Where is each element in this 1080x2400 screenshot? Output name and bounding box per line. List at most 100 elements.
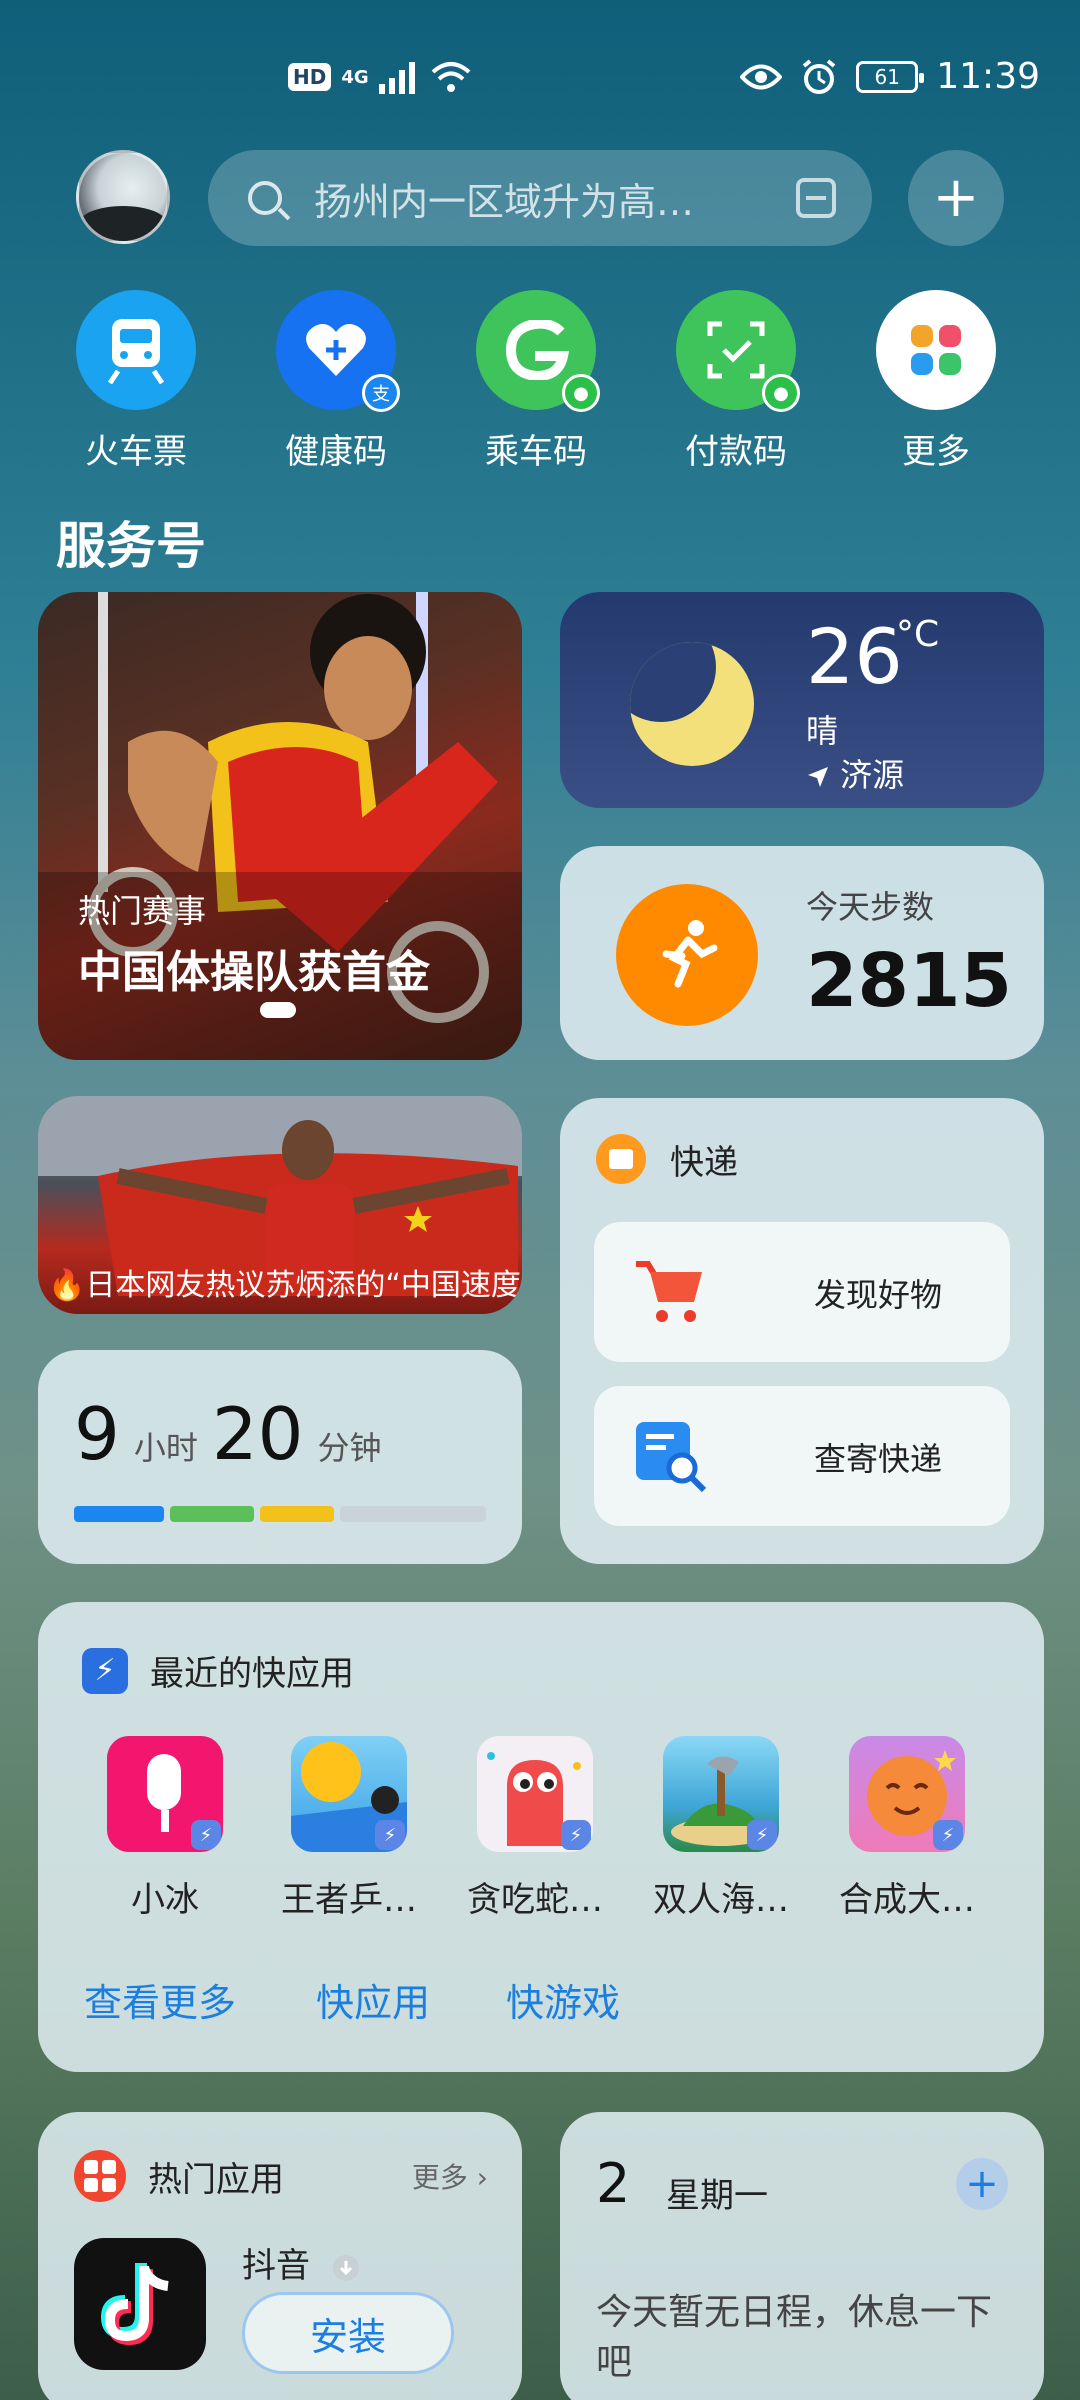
heart-plus-icon: 支	[276, 290, 400, 412]
shortcut-pay-code[interactable]: ● 付款码	[656, 290, 816, 473]
app-name-text: 抖音	[242, 2246, 310, 2286]
sleep-minutes: 20	[211, 1392, 304, 1476]
eye-icon	[740, 64, 783, 89]
train-icon	[76, 290, 196, 410]
battery-level: 61	[874, 64, 900, 89]
sleep-duration: 9 小时 20 分钟	[74, 1392, 381, 1476]
sleep-stage-segment	[170, 1506, 254, 1522]
wechat-badge-icon: ●	[562, 374, 600, 412]
steps-card[interactable]: 今天步数 2815	[560, 846, 1044, 1060]
discover-goods-button[interactable]: 发现好物	[594, 1222, 1010, 1362]
quick-app-name: 小冰	[131, 1880, 199, 1920]
avatar[interactable]	[76, 150, 170, 244]
quick-app-badge-icon: ⚡	[191, 1820, 221, 1850]
recent-quick-apps-card: ⚡ 最近的快应用 ⚡ 小冰 ⚡ 王者乒… ⚡ 贪吃蛇… ⚡ 双人海… ⚡ 合成大…	[38, 1602, 1044, 2072]
alarm-icon	[802, 58, 836, 94]
quick-app-item[interactable]: ⚡ 双人海…	[636, 1736, 806, 1921]
quick-apps-header: ⚡ 最近的快应用	[82, 1646, 354, 1695]
express-header: 快递	[596, 1134, 738, 1184]
quick-app-badge-icon: ⚡	[561, 1820, 591, 1850]
sleep-stage-bar	[74, 1506, 486, 1522]
search-bar[interactable]: 扬州内一区域升为高…	[208, 150, 872, 246]
track-parcel-button[interactable]: 查寄快递	[594, 1386, 1010, 1526]
steps-count: 2815	[806, 938, 1012, 1024]
steps-label: 今天步数	[806, 888, 935, 926]
add-event-button[interactable]: +	[956, 2158, 1008, 2210]
quick-app-item[interactable]: ⚡ 王者乒…	[264, 1736, 434, 1921]
sleep-stage-segment	[260, 1506, 334, 1522]
moon-icon	[630, 642, 754, 766]
popsicle-icon: ⚡	[107, 1736, 223, 1852]
track-parcel-label: 查寄快递	[814, 1440, 943, 1478]
alipay-badge-icon: 支	[362, 374, 400, 412]
weather-location: 济源	[806, 750, 904, 796]
network-status: HD 4G	[288, 60, 471, 94]
status-bar: HD 4G 61 11:39	[0, 0, 1080, 160]
signal-icon	[378, 62, 415, 94]
status-right: 61 11:39	[740, 56, 1040, 97]
shortcut-more[interactable]: 更多	[856, 290, 1016, 473]
apps-grid-icon	[74, 2150, 126, 2202]
weather-condition: 晴	[806, 712, 839, 750]
view-more-link[interactable]: 查看更多	[84, 1972, 236, 2027]
quick-apps-link[interactable]: 快应用	[316, 1972, 430, 2027]
grid-icon	[876, 290, 996, 410]
location-arrow-icon	[808, 767, 828, 787]
quick-apps-title: 最近的快应用	[150, 1654, 354, 1694]
fruit-icon: ⚡	[849, 1736, 965, 1852]
search-placeholder: 扬州内一区域升为高…	[314, 179, 695, 224]
shortcut-label: 付款码	[685, 432, 787, 472]
shortcut-label: 更多	[902, 432, 970, 472]
shortcut-health-code[interactable]: 支 健康码	[256, 290, 416, 473]
douyin-app-icon[interactable]	[74, 2238, 206, 2370]
battery-icon: 61	[856, 60, 925, 93]
clock: 11:39	[936, 56, 1040, 97]
install-button[interactable]: 安装	[242, 2292, 454, 2374]
parcel-search-icon	[636, 1422, 707, 1493]
sleep-minutes-unit: 分钟	[317, 1429, 382, 1467]
calendar-empty-text: 今天暂无日程，休息一下吧	[596, 2292, 993, 2383]
quick-app-item[interactable]: ⚡ 小冰	[80, 1736, 250, 1921]
weather-card[interactable]: 26 °C 晴 济源	[560, 592, 1044, 808]
express-card[interactable]: 快递 发现好物 查寄快递	[560, 1098, 1044, 1564]
quick-app-badge-icon: ⚡	[747, 1820, 777, 1850]
discover-goods-label: 发现好物	[814, 1276, 943, 1314]
gymnastics-news-card[interactable]: 热门赛事 中国体操队获首金	[38, 592, 522, 1060]
ping-pong-icon: ⚡	[291, 1736, 407, 1852]
sleep-hours: 9	[74, 1392, 120, 1476]
package-icon	[596, 1134, 646, 1184]
temperature-unit: °C	[896, 614, 940, 655]
calendar-weekday: 星期一	[666, 2176, 768, 2216]
hot-apps-card: 热门应用 更多 › 抖音 安装	[38, 2112, 522, 2400]
quick-app-name: 王者乒…	[281, 1880, 417, 1920]
sleep-stage-segment	[74, 1506, 164, 1522]
snake-icon: ⚡	[477, 1736, 593, 1852]
add-button[interactable]: +	[908, 150, 1004, 246]
sleep-hours-unit: 小时	[133, 1429, 198, 1467]
calendar-card[interactable]: 2 星期一 + 今天暂无日程，休息一下吧	[560, 2112, 1044, 2400]
news-tag: 热门赛事	[78, 892, 207, 930]
scan-icon[interactable]	[796, 178, 836, 218]
hot-apps-more-link[interactable]: 更多 ›	[412, 2156, 488, 2196]
quick-app-name: 双人海…	[653, 1880, 789, 1920]
quick-app-item[interactable]: ⚡ 贪吃蛇…	[450, 1736, 620, 1921]
sprinter-news-card[interactable]: 🔥日本网友热议苏炳添的“中国速度”	[38, 1096, 522, 1314]
quick-games-link[interactable]: 快游戏	[506, 1972, 620, 2027]
calendar-date: 2	[596, 2152, 631, 2215]
bus-code-icon: ●	[476, 290, 600, 412]
runner-icon	[616, 884, 758, 1026]
shortcut-ride-code[interactable]: ● 乘车码	[456, 290, 616, 473]
sleep-card[interactable]: 9 小时 20 分钟	[38, 1350, 522, 1564]
shortcut-label: 乘车码	[485, 432, 587, 472]
shortcut-train-ticket[interactable]: 火车票	[56, 290, 216, 473]
sleep-stage-segment	[340, 1506, 486, 1522]
download-icon	[332, 2254, 359, 2281]
temperature: 26	[806, 612, 903, 701]
quick-app-name: 合成大…	[839, 1880, 975, 1920]
island-axe-icon: ⚡	[663, 1736, 779, 1852]
more-label: 更多	[411, 2161, 468, 2194]
news-caption: 🔥日本网友热议苏炳添的“中国速度”	[48, 1268, 522, 1303]
quick-app-item[interactable]: ⚡ 合成大…	[822, 1736, 992, 1921]
wifi-icon	[431, 62, 470, 92]
hot-apps-title: 热门应用	[148, 2159, 284, 2200]
